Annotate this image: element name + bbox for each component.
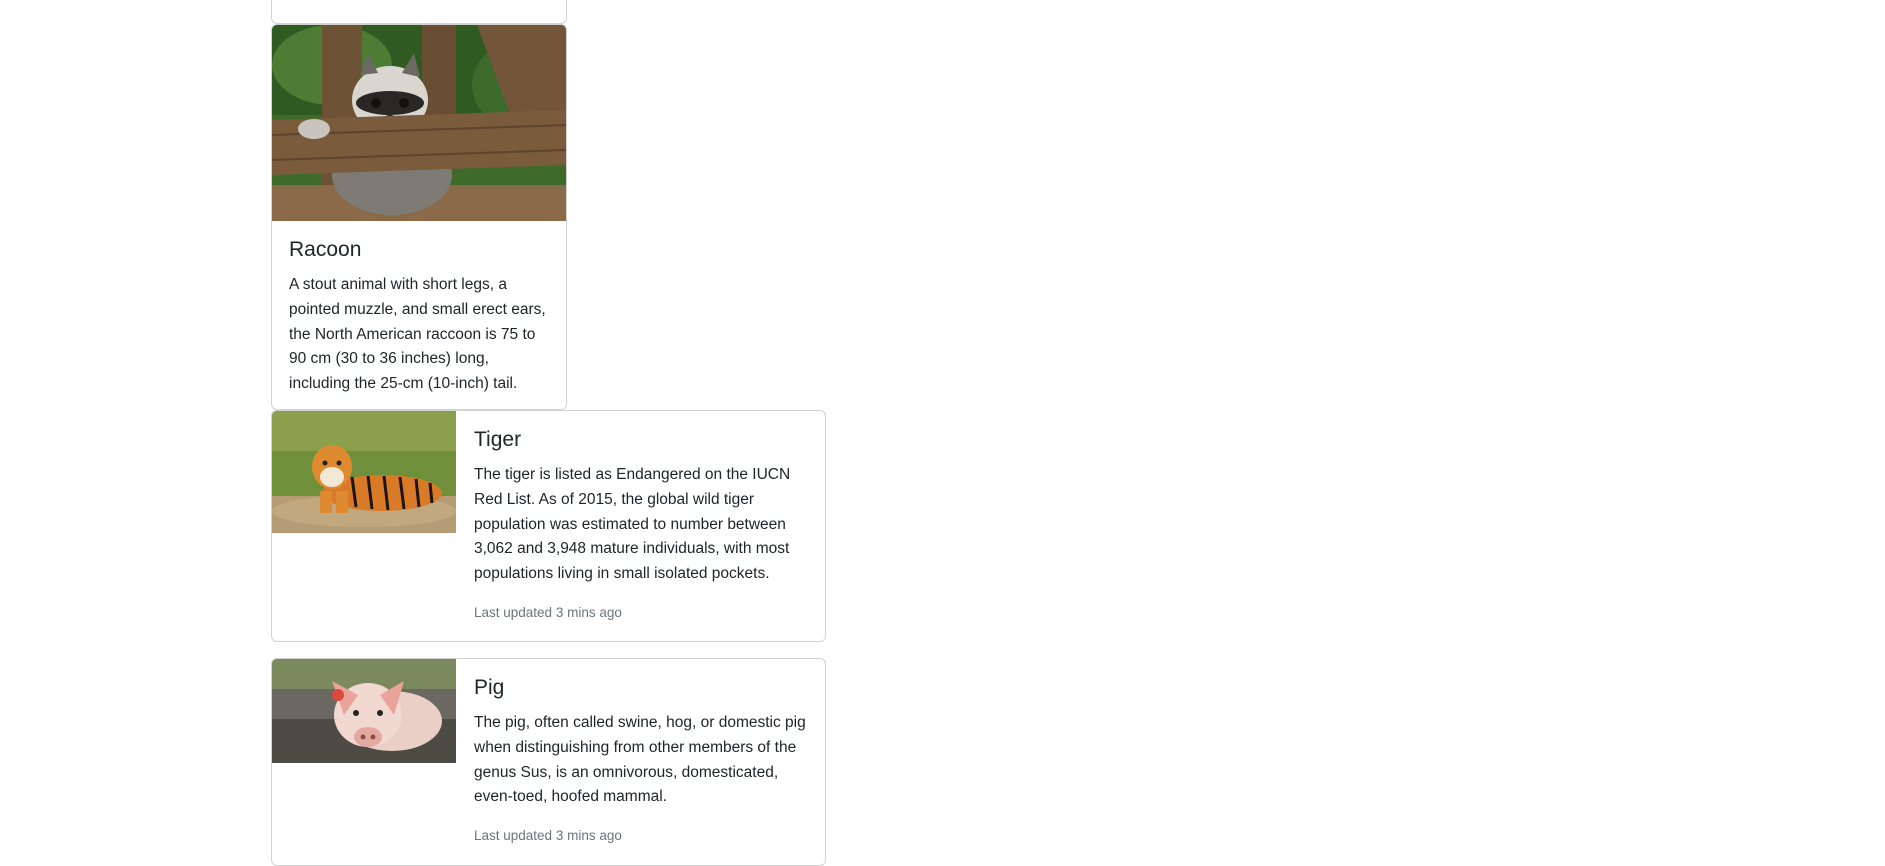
last-updated-text: Last updated 3 mins ago bbox=[474, 604, 622, 620]
racoon-image bbox=[272, 25, 566, 221]
card-title: Racoon bbox=[289, 238, 362, 261]
animal-card-tiger: Tiger The tiger is listed as Endangered … bbox=[271, 410, 826, 642]
animal-card-pig: Pig The pig, often called swine, hog, or… bbox=[271, 658, 826, 866]
pig-card-body: Pig The pig, often called swine, hog, or… bbox=[474, 675, 810, 843]
card-text: The tiger is listed as Endangered on the… bbox=[474, 466, 791, 582]
animal-card-racoon: Racoon A stout animal with short legs, a… bbox=[271, 24, 567, 410]
tiger-image bbox=[272, 411, 456, 533]
card-title: Pig bbox=[474, 676, 505, 699]
card-text: A stout animal with short legs, a pointe… bbox=[289, 276, 546, 392]
last-updated-text: Last updated 3 mins ago bbox=[474, 828, 622, 843]
card-partial-top bbox=[271, 0, 567, 24]
tiger-card-body: Tiger The tiger is listed as Endangered … bbox=[474, 427, 810, 620]
card-title: Tiger bbox=[474, 428, 522, 451]
racoon-card-body: Racoon A stout animal with short legs, a… bbox=[289, 237, 551, 397]
card-text: The pig, often called swine, hog, or dom… bbox=[474, 714, 806, 806]
pig-image bbox=[272, 659, 456, 763]
